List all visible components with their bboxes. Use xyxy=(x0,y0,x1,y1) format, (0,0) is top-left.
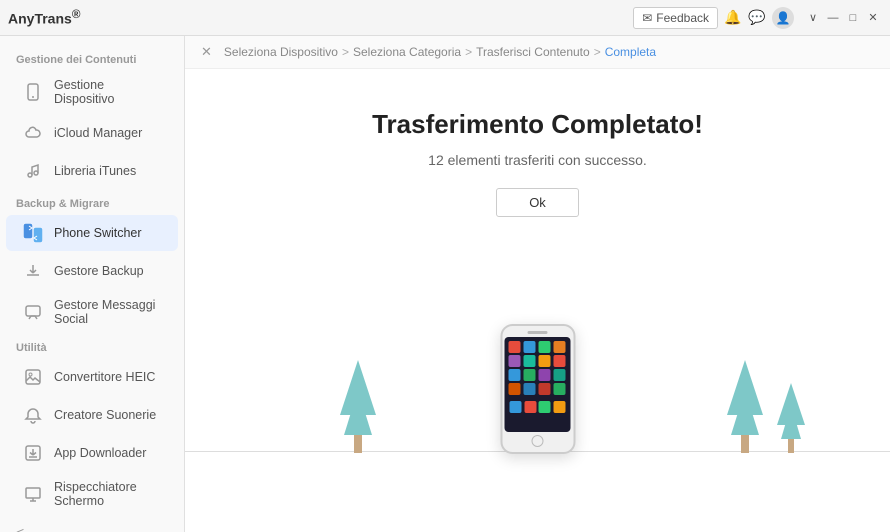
sidebar-item-label: Gestore Messaggi Social xyxy=(54,298,166,326)
sidebar-item-gestione-dispositivo[interactable]: Gestione Dispositivo xyxy=(6,71,178,113)
breadcrumb-close-icon[interactable]: ✕ xyxy=(201,44,212,60)
sidebar-item-label: iCloud Manager xyxy=(54,126,142,140)
breadcrumb-item-3: Completa xyxy=(605,45,656,59)
mirror-icon xyxy=(22,483,44,505)
titlebar-left: AnyTrans® xyxy=(8,8,80,27)
close-button[interactable]: ✕ xyxy=(864,9,882,27)
phone-body xyxy=(500,324,575,454)
backup-icon xyxy=(22,260,44,282)
device-icon xyxy=(22,81,44,103)
sidebar-section-backup: Backup & Migrare xyxy=(0,190,184,214)
sidebar-item-label: Rispecchiatore Schermo xyxy=(54,480,166,508)
phone-home-button xyxy=(532,435,544,447)
phone-switch-icon xyxy=(22,222,44,244)
tree-top-r1 xyxy=(727,360,763,415)
cloud-icon xyxy=(22,122,44,144)
user-avatar[interactable]: 👤 xyxy=(772,7,794,29)
sidebar-item-messaggi[interactable]: Gestore Messaggi Social xyxy=(6,291,178,333)
sidebar-item-suonerie[interactable]: Creatore Suonerie xyxy=(6,397,178,433)
transfer-subtitle: 12 elementi trasferiti con successo. xyxy=(428,152,647,168)
sidebar-item-phone-switcher[interactable]: Phone Switcher xyxy=(6,215,178,251)
breadcrumb: ✕ Seleziona Dispositivo > Seleziona Cate… xyxy=(185,36,890,69)
main-content-area: ✕ Seleziona Dispositivo > Seleziona Cate… xyxy=(185,36,890,532)
sidebar: Gestione dei Contenuti Gestione Disposit… xyxy=(0,36,185,532)
sidebar-item-label: Gestore Backup xyxy=(54,264,144,278)
sidebar-item-rispecchiatore[interactable]: Rispecchiatore Schermo xyxy=(6,473,178,515)
tree-top-r2 xyxy=(777,383,805,425)
chevron-down-icon[interactable]: ∨ xyxy=(804,9,822,27)
sidebar-section-content: Gestione dei Contenuti xyxy=(0,46,184,70)
sidebar-item-itunes[interactable]: Libreria iTunes xyxy=(6,153,178,189)
window-controls: ∨ — □ ✕ xyxy=(804,9,882,27)
chat-icon[interactable]: 💬 xyxy=(748,9,766,27)
tree-trunk-left xyxy=(354,435,362,453)
transfer-title: Trasferimento Completato! xyxy=(372,109,703,140)
sidebar-section-utilita: Utilità xyxy=(0,334,184,358)
sidebar-item-label: Convertitore HEIC xyxy=(54,370,155,384)
app-title: AnyTrans® xyxy=(8,8,80,27)
bell-icon[interactable]: 🔔 xyxy=(724,9,742,27)
sidebar-item-app-downloader[interactable]: App Downloader xyxy=(6,435,178,471)
sidebar-item-label: Libreria iTunes xyxy=(54,164,136,178)
music-icon xyxy=(22,160,44,182)
app-body: Gestione dei Contenuti Gestione Disposit… xyxy=(0,36,890,532)
download-icon xyxy=(22,442,44,464)
sidebar-item-label: Creatore Suonerie xyxy=(54,408,156,422)
breadcrumb-item-0: Seleziona Dispositivo xyxy=(224,45,338,59)
mail-icon: ✉ xyxy=(642,11,652,25)
tree-right-2 xyxy=(777,383,805,453)
maximize-button[interactable]: □ xyxy=(844,9,862,27)
phone-screen xyxy=(505,337,571,432)
tree-trunk-r1 xyxy=(741,435,749,453)
tree-trunk-r2 xyxy=(788,439,794,453)
feedback-button[interactable]: ✉ Feedback xyxy=(633,7,718,29)
sidebar-item-label: App Downloader xyxy=(54,446,146,460)
ok-button[interactable]: Ok xyxy=(496,188,579,217)
sidebar-item-gestore-backup[interactable]: Gestore Backup xyxy=(6,253,178,289)
sidebar-item-heic[interactable]: Convertitore HEIC xyxy=(6,359,178,395)
phone-speaker xyxy=(528,331,548,334)
breadcrumb-item-1: Seleziona Categoria xyxy=(353,45,461,59)
sidebar-collapse-button[interactable]: < xyxy=(0,516,184,532)
breadcrumb-item-2: Trasferisci Contenuto xyxy=(476,45,590,59)
tree-left xyxy=(340,360,376,453)
sidebar-item-label: Phone Switcher xyxy=(54,226,142,240)
tree-top-left xyxy=(340,360,376,415)
transfer-complete-panel: Trasferimento Completato! 12 elementi tr… xyxy=(185,69,890,532)
titlebar-right: ✉ Feedback 🔔 💬 👤 ∨ — □ ✕ xyxy=(633,7,882,29)
ringtone-icon xyxy=(22,404,44,426)
phone-device xyxy=(500,324,575,454)
titlebar: AnyTrans® ✉ Feedback 🔔 💬 👤 ∨ — □ ✕ xyxy=(0,0,890,36)
image-icon xyxy=(22,366,44,388)
message-icon xyxy=(22,301,44,323)
tree-right-1 xyxy=(727,360,763,453)
scene xyxy=(185,247,890,532)
sidebar-item-icloud[interactable]: iCloud Manager xyxy=(6,115,178,151)
sidebar-item-label: Gestione Dispositivo xyxy=(54,78,166,106)
minimize-button[interactable]: — xyxy=(824,9,842,27)
